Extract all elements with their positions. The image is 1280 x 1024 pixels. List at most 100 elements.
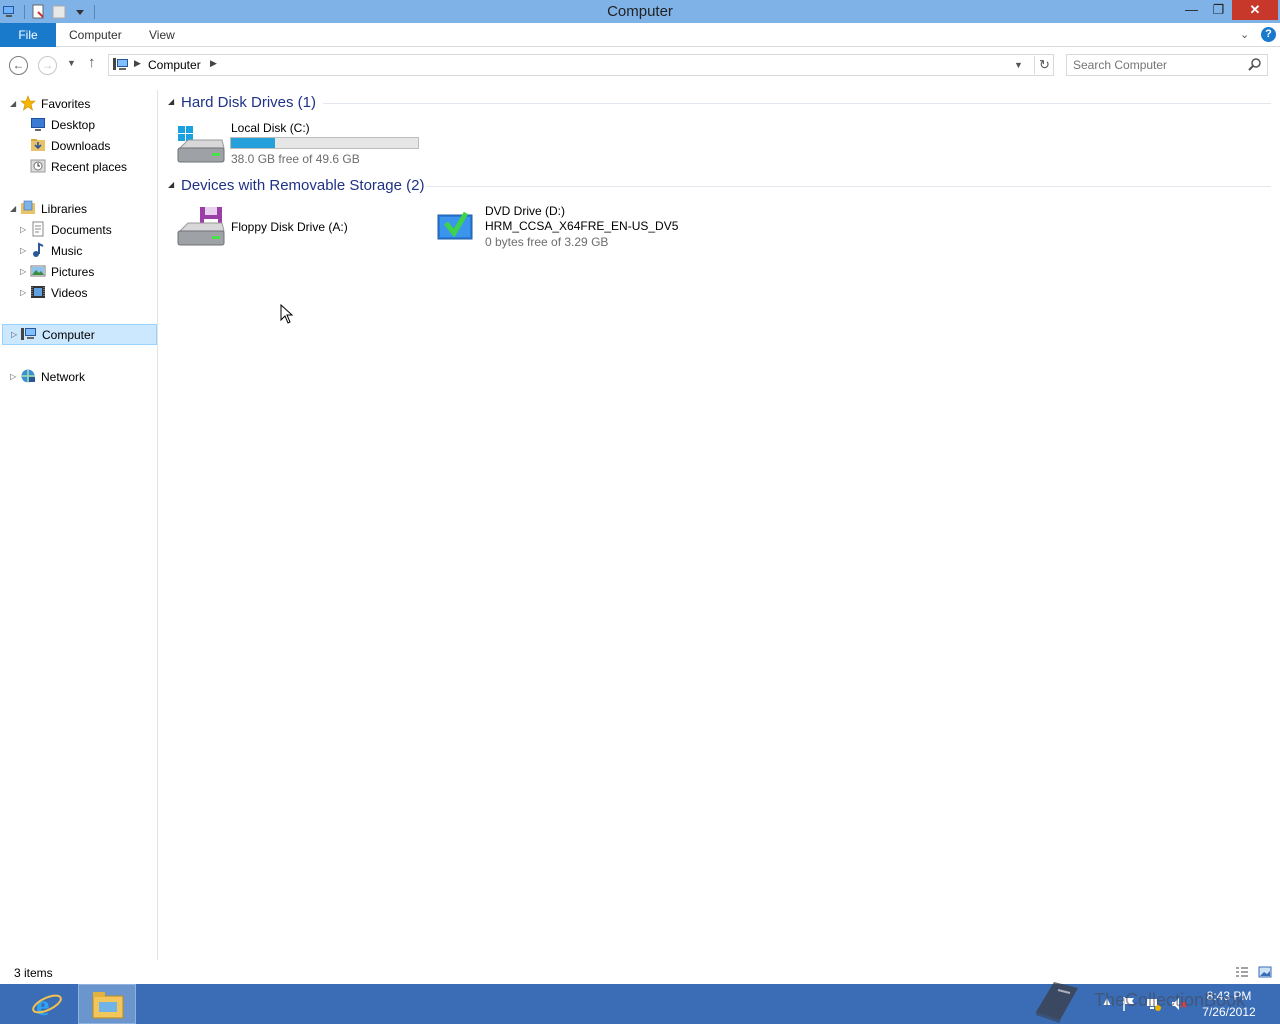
file-explorer-icon — [92, 992, 124, 1019]
drive-dvd-d[interactable]: DVD Drive (D:) HRM_CCSA_X64FRE_EN-US_DV5… — [436, 203, 696, 251]
expand-arrow-icon[interactable]: ▷ — [10, 372, 16, 381]
nav-favorites[interactable]: ◢ Favorites — [0, 93, 156, 114]
tab-view[interactable]: View — [149, 23, 175, 47]
expand-arrow-icon[interactable]: ▷ — [11, 330, 17, 339]
drive-name: Floppy Disk Drive (A:) — [231, 220, 348, 234]
documents-icon — [32, 221, 44, 237]
nav-network-label: Network — [41, 369, 86, 384]
internet-explorer-icon: e — [32, 989, 62, 1020]
address-bar[interactable]: ▶ Computer ▶ ▼ ↻ — [108, 54, 1054, 76]
collapse-group-icon[interactable]: ◢ — [168, 180, 174, 189]
expand-ribbon-icon[interactable]: ⌄ — [1240, 28, 1249, 41]
capacity-bar — [230, 137, 419, 149]
drive-free-space: 38.0 GB free of 49.6 GB — [231, 152, 360, 166]
computer-icon — [113, 58, 128, 70]
navigation-pane: ◢ Favorites Desktop Downloads Recent pla… — [0, 90, 158, 960]
item-count: 3 items — [14, 966, 53, 980]
hard-drive-icon — [177, 126, 225, 163]
refresh-icon[interactable]: ↻ — [1034, 56, 1054, 74]
desktop-icon — [31, 118, 45, 131]
search-icon[interactable] — [1247, 57, 1263, 73]
nav-downloads-label: Downloads — [51, 138, 111, 153]
tab-file[interactable]: File — [0, 23, 56, 47]
search-box[interactable] — [1066, 54, 1268, 76]
drive-local-disk-c[interactable]: Local Disk (C:) 38.0 GB free of 49.6 GB — [176, 120, 426, 168]
nav-computer[interactable]: ▷ Computer — [2, 324, 157, 345]
nav-music[interactable]: ▷ Music — [0, 240, 156, 261]
nav-recent-places-label: Recent places — [51, 159, 128, 174]
star-icon — [20, 95, 36, 111]
group-title: Hard Disk Drives (1) — [181, 94, 317, 111]
nav-pictures[interactable]: ▷ Pictures — [0, 261, 156, 282]
nav-documents-label: Documents — [51, 222, 112, 237]
nav-documents[interactable]: ▷ Documents — [0, 219, 156, 240]
navigation-row: ← → ▼ ↑ ▶ Computer ▶ ▼ ↻ — [0, 48, 1280, 82]
pictures-icon — [30, 265, 46, 277]
group-divider — [427, 186, 1271, 187]
maximize-button[interactable]: ❐ — [1205, 0, 1232, 20]
tab-computer[interactable]: Computer — [69, 23, 122, 47]
network-icon — [21, 369, 35, 383]
drive-name: Local Disk (C:) — [231, 121, 310, 135]
drive-name: DVD Drive (D:) — [485, 204, 565, 218]
floppy-drive-icon — [177, 207, 225, 246]
nav-downloads[interactable]: Downloads — [0, 135, 156, 156]
file-explorer-button[interactable] — [78, 984, 136, 1024]
drive-floppy-a[interactable]: Floppy Disk Drive (A:) — [176, 203, 426, 251]
drive-free-space: 0 bytes free of 3.29 GB — [485, 235, 609, 249]
collapse-group-icon[interactable]: ◢ — [168, 97, 174, 106]
title-bar: Computer — ❐ ✕ — [0, 0, 1280, 23]
nav-computer-label: Computer — [42, 327, 95, 342]
forward-button[interactable]: → — [38, 56, 57, 75]
breadcrumb-computer[interactable]: Computer — [148, 58, 201, 72]
expand-arrow-icon[interactable]: ▷ — [20, 267, 26, 276]
nav-music-label: Music — [51, 243, 83, 258]
window-title: Computer — [607, 3, 673, 20]
nav-favorites-label: Favorites — [41, 96, 91, 111]
recent-places-icon — [30, 159, 46, 173]
nav-videos[interactable]: ▷ Videos — [0, 282, 156, 303]
svg-text:e: e — [36, 989, 49, 1020]
book-logo-icon — [1036, 982, 1078, 1023]
minimize-button[interactable]: — — [1178, 0, 1205, 20]
nav-network[interactable]: ▷ Network — [0, 366, 156, 387]
computer-icon — [21, 328, 36, 340]
collapse-arrow-icon[interactable]: ◢ — [10, 99, 16, 108]
group-hard-disk-drives[interactable]: ◢ Hard Disk Drives (1) — [166, 93, 1272, 113]
collapse-arrow-icon[interactable]: ◢ — [10, 204, 16, 213]
libraries-icon — [21, 200, 35, 214]
close-button[interactable]: ✕ — [1232, 0, 1278, 20]
nav-desktop-label: Desktop — [51, 117, 96, 132]
downloads-folder-icon — [31, 139, 45, 151]
videos-icon — [31, 286, 45, 298]
up-button[interactable]: ↑ — [88, 54, 96, 71]
help-icon[interactable]: ? — [1261, 27, 1276, 42]
back-button[interactable]: ← — [9, 56, 28, 75]
dvd-drive-icon — [437, 211, 473, 240]
music-icon — [33, 242, 44, 257]
watermark: TheCollectionBook — [1030, 976, 1270, 1024]
group-divider — [323, 103, 1271, 104]
nav-videos-label: Videos — [51, 285, 88, 300]
group-title: Devices with Removable Storage (2) — [181, 177, 425, 194]
group-removable-storage[interactable]: ◢ Devices with Removable Storage (2) — [166, 176, 1272, 196]
nav-libraries-label: Libraries — [41, 201, 88, 216]
recent-locations-icon[interactable]: ▼ — [67, 58, 76, 68]
address-dropdown-icon[interactable]: ▼ — [1014, 60, 1023, 70]
ribbon-tabs: File Computer View ⌄ ? — [0, 23, 1280, 47]
search-input[interactable] — [1073, 57, 1243, 73]
drive-volume-label: HRM_CCSA_X64FRE_EN-US_DV5 — [485, 219, 679, 233]
breadcrumb-separator-icon[interactable]: ▶ — [134, 58, 141, 69]
nav-recent-places[interactable]: Recent places — [0, 156, 156, 177]
expand-arrow-icon[interactable]: ▷ — [20, 225, 26, 234]
nav-desktop[interactable]: Desktop — [0, 114, 156, 135]
mouse-cursor-icon — [280, 304, 294, 324]
expand-arrow-icon[interactable]: ▷ — [20, 246, 26, 255]
internet-explorer-button[interactable]: e — [18, 984, 76, 1024]
nav-libraries[interactable]: ◢ Libraries — [0, 198, 156, 219]
capacity-fill — [231, 138, 275, 148]
nav-pictures-label: Pictures — [51, 264, 95, 279]
expand-arrow-icon[interactable]: ▷ — [20, 288, 26, 297]
breadcrumb-separator-icon[interactable]: ▶ — [210, 58, 217, 69]
watermark-text: TheCollectionBook — [1094, 990, 1246, 1010]
